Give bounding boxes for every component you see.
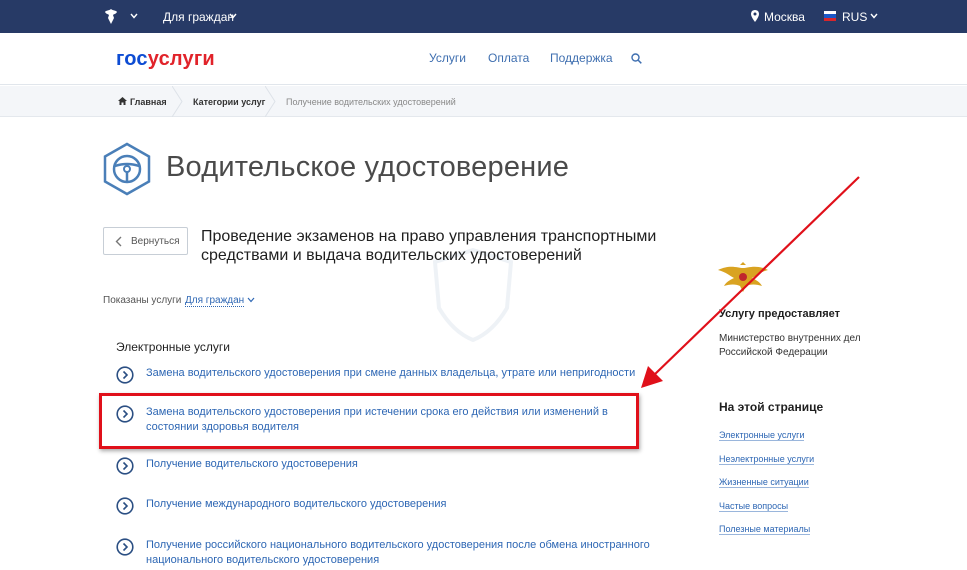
audience-selector[interactable]: Для граждан — [163, 10, 234, 24]
breadcrumb-separator — [265, 86, 276, 117]
back-button[interactable]: Вернуться — [103, 227, 188, 255]
service-title: Проведение экзаменов на право управления… — [201, 228, 657, 264]
back-button-label: Вернуться — [131, 236, 180, 247]
breadcrumb-categories[interactable]: Категории услуг — [193, 97, 265, 107]
emblem-icon[interactable] — [103, 8, 119, 25]
service-link[interactable]: Получение российского национального води… — [116, 538, 676, 570]
service-link[interactable]: Получение международного водительского у… — [116, 497, 656, 515]
breadcrumb-current: Получение водительских удостоверений — [286, 97, 456, 107]
chevron-down-icon[interactable] — [247, 297, 255, 303]
service-link[interactable]: Замена водительского удостоверения при с… — [116, 366, 656, 384]
anchor-link-non-electronic[interactable]: Неэлектронные услуги — [719, 454, 815, 465]
page-title: Водительское удостоверение — [166, 151, 570, 183]
provider-heading: Услугу предоставляет — [719, 308, 841, 320]
on-this-page-heading: На этой странице — [719, 400, 824, 414]
shown-services-label: Показаны услуги — [103, 295, 182, 306]
breadcrumb: Главная Категории услуг Получение водите… — [0, 86, 967, 117]
flag-icon — [824, 11, 836, 21]
steering-wheel-icon — [103, 142, 151, 196]
city-selector[interactable]: Москва — [764, 10, 805, 24]
anchor-link-electronic[interactable]: Электронные услуги — [719, 430, 805, 441]
chevron-down-icon[interactable] — [870, 12, 878, 20]
chevron-left-icon — [115, 236, 122, 247]
annotation-highlight-box — [99, 393, 639, 449]
anchor-link-materials[interactable]: Полезные материалы — [719, 524, 811, 535]
section-title: Электронные услуги — [116, 340, 230, 354]
home-icon — [118, 97, 127, 105]
site-header: госуслуги Услуги Оплата Поддержка — [0, 33, 967, 85]
nav-services[interactable]: Услуги — [429, 51, 466, 65]
chevron-circle-icon — [116, 366, 134, 384]
chevron-down-icon[interactable] — [229, 12, 237, 20]
service-link[interactable]: Получение водительского удостоверения — [116, 457, 656, 475]
anchor-link-faq[interactable]: Частые вопросы — [719, 501, 789, 512]
nav-payment[interactable]: Оплата — [488, 51, 529, 65]
language-selector[interactable]: RUS — [842, 10, 867, 24]
service-link-label: Получение международного водительского у… — [146, 498, 447, 510]
chevron-circle-icon — [116, 457, 134, 475]
anchor-link-life-situations[interactable]: Жизненные ситуации — [719, 477, 809, 488]
chevron-circle-icon — [116, 538, 134, 556]
mvd-eagle-emblem-icon — [718, 262, 768, 292]
chevron-circle-icon — [116, 497, 134, 515]
audience-filter[interactable]: Для граждан — [185, 295, 245, 307]
nav-support[interactable]: Поддержка — [550, 51, 613, 65]
provider-name: Министерство внутренних дел Российской Ф… — [719, 333, 861, 358]
service-link-label: Получение водительского удостоверения — [146, 458, 358, 470]
service-link-label: Получение российского национального води… — [146, 539, 650, 566]
breadcrumb-home[interactable]: Главная — [130, 97, 167, 107]
chevron-down-icon[interactable] — [130, 12, 138, 20]
gosuslugi-logo[interactable]: госуслуги — [116, 48, 215, 71]
top-bar: Для граждан Москва RUS — [0, 0, 967, 33]
location-pin-icon — [751, 10, 759, 22]
breadcrumb-separator — [172, 86, 183, 117]
service-link-label: Замена водительского удостоверения при с… — [146, 367, 636, 379]
search-icon[interactable] — [631, 53, 642, 64]
